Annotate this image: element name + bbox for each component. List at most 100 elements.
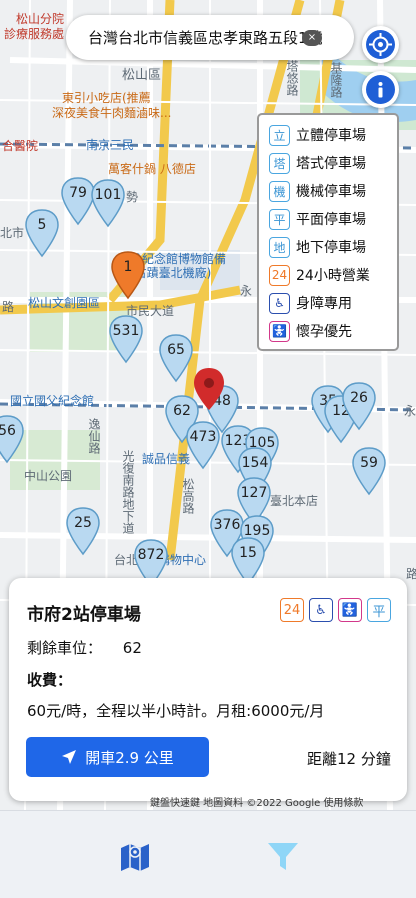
drive-button-label: 開車2.9 公里 bbox=[85, 748, 174, 767]
filter-icon bbox=[268, 843, 298, 870]
map-label: 路 bbox=[406, 567, 416, 581]
marker-count: 26 bbox=[350, 390, 368, 406]
legend-item: 24 24小時營業 bbox=[269, 261, 397, 289]
marker-count: 473 bbox=[189, 429, 217, 445]
map-label: 誠品信義 bbox=[142, 452, 191, 466]
drive-navigation-button[interactable]: 開車2.9 公里 bbox=[26, 737, 209, 777]
legend-badge-icon: 塔 bbox=[269, 152, 290, 174]
map-icon bbox=[121, 844, 149, 871]
selected-location-pin[interactable] bbox=[190, 366, 228, 418]
parking-marker[interactable]: 531 bbox=[107, 314, 145, 366]
parking-marker[interactable]: 101 bbox=[89, 178, 127, 230]
spaces-value: 62 bbox=[122, 639, 142, 657]
fee-text: 60元/時，全程以半小時計。月租:6000元/月 bbox=[27, 702, 325, 720]
map-label: 合醫院 bbox=[2, 139, 39, 153]
marker-count: 127 bbox=[240, 485, 268, 501]
parking-lot-badges: 24 ♿ 🚼 平 bbox=[280, 598, 391, 622]
legend-label: 24小時營業 bbox=[296, 268, 370, 284]
card-feature-badge-icon: ♿ bbox=[309, 598, 333, 622]
parking-marker[interactable]: 5 bbox=[23, 208, 61, 260]
legend-item: 機機械停車場 bbox=[269, 177, 397, 205]
map-label: 勢 bbox=[126, 190, 139, 204]
address-text: 台灣台北市信義區忠孝東路五段1號 bbox=[88, 29, 323, 47]
tab-filter[interactable] bbox=[266, 839, 300, 873]
legend-item: ♿ 身障專用 bbox=[269, 289, 397, 317]
parking-marker[interactable]: 56 bbox=[0, 414, 26, 466]
map-label: 路 bbox=[2, 300, 15, 314]
marker-count: 154 bbox=[241, 455, 269, 471]
legend-item: 塔塔式停車場 bbox=[269, 149, 397, 177]
legend-item: 平平面停車場 bbox=[269, 205, 397, 233]
map-label: 逸仙路 bbox=[87, 418, 101, 454]
card-feature-badge-icon: 🚼 bbox=[338, 598, 362, 622]
legend-label: 立體停車場 bbox=[296, 128, 366, 144]
legend-label: 懷孕優先 bbox=[296, 324, 352, 340]
legend-badge-icon: 立 bbox=[269, 124, 290, 146]
map-label: 基隆路 bbox=[329, 62, 343, 98]
parking-lot-name: 市府2站停車場 bbox=[27, 605, 141, 625]
legend-badge-icon: 平 bbox=[269, 208, 290, 230]
marker-count: 531 bbox=[112, 323, 140, 339]
marker-count: 15 bbox=[239, 545, 257, 561]
marker-pin-icon bbox=[109, 315, 143, 364]
marker-count: 56 bbox=[0, 423, 16, 439]
tab-map[interactable] bbox=[118, 839, 152, 873]
legend-badge-icon: 機 bbox=[269, 180, 290, 202]
map-label: 永 bbox=[240, 284, 253, 298]
map-label: 北市 bbox=[0, 226, 25, 240]
fee-label: 收費： bbox=[27, 671, 73, 689]
parking-type-legend: 立立體停車場塔塔式停車場機機械停車場平平面停車場地地下停車場 24 24小時營業 ♿ 身… bbox=[257, 113, 399, 351]
eta-text: 距離12 分鐘 bbox=[307, 750, 391, 768]
navigation-arrow-icon bbox=[62, 750, 77, 764]
map-label: 南京三民 bbox=[86, 138, 135, 152]
card-feature-badge-icon: 24 bbox=[280, 598, 304, 622]
map-label: 深夜美食牛肉麵滷味... bbox=[52, 106, 172, 120]
map-attribution[interactable]: 鍵盤快速鍵 地圖資料 ©2022 Google 使用條款 bbox=[150, 794, 363, 809]
map-label: 塔悠路 bbox=[285, 60, 299, 96]
map-label: 臺北本店 bbox=[270, 494, 319, 508]
marker-pin-icon bbox=[91, 179, 125, 228]
marker-pin-icon bbox=[342, 382, 376, 431]
parking-marker[interactable]: 25 bbox=[64, 506, 102, 558]
marker-count: 59 bbox=[360, 455, 378, 471]
marker-pin-icon bbox=[25, 209, 59, 258]
info-button[interactable] bbox=[362, 71, 399, 108]
marker-count: 1 bbox=[123, 259, 133, 275]
card-feature-badge-icon: 平 bbox=[367, 598, 391, 622]
marker-count: 101 bbox=[94, 187, 122, 203]
map-label: 松山文創園區 bbox=[28, 296, 101, 310]
parking-marker[interactable]: 26 bbox=[340, 381, 378, 433]
legend-label: 地下停車場 bbox=[296, 240, 366, 256]
marker-pin-icon bbox=[0, 415, 24, 464]
map-label: 診療服務處 bbox=[4, 27, 65, 41]
parking-marker[interactable]: 59 bbox=[350, 446, 388, 498]
crosshair-icon bbox=[369, 33, 392, 56]
legend-label: 塔式停車場 bbox=[296, 156, 366, 172]
marker-pin-icon bbox=[66, 507, 100, 556]
legend-label: 機械停車場 bbox=[296, 184, 366, 200]
map-label: 光復南路地下道 bbox=[121, 450, 135, 534]
legend-badge-icon: 24 bbox=[269, 264, 290, 286]
legend-badge-icon: 地 bbox=[269, 236, 290, 258]
legend-label: 身障專用 bbox=[296, 296, 352, 312]
parking-marker[interactable]: 473 bbox=[184, 420, 222, 472]
map-label: 中山公園 bbox=[24, 469, 73, 483]
parking-marker[interactable]: 1 bbox=[109, 250, 147, 302]
legend-item: 地地下停車場 bbox=[269, 233, 397, 261]
marker-count: 25 bbox=[74, 515, 92, 531]
marker-pin-icon bbox=[186, 421, 220, 470]
legend-badge-icon: ♿ bbox=[269, 292, 290, 314]
marker-pin-icon bbox=[352, 447, 386, 496]
spaces-label: 剩餘車位： bbox=[27, 639, 103, 657]
locate-button[interactable] bbox=[362, 26, 399, 63]
map-label: 永 bbox=[404, 404, 416, 418]
clear-icon[interactable]: × bbox=[302, 30, 322, 46]
marker-count: 65 bbox=[167, 342, 185, 358]
marker-count: 5 bbox=[37, 217, 47, 233]
legend-item: 立立體停車場 bbox=[269, 121, 397, 149]
parking-info-card: 市府2站停車場 24 ♿ 🚼 平 剩餘車位： 62 收費： 60元/時，全程以半小時計… bbox=[9, 578, 407, 801]
legend-item: 🚼 懷孕優先 bbox=[269, 317, 397, 345]
marker-pin-icon bbox=[111, 251, 145, 300]
map-label: 國立國父紀念館 bbox=[10, 394, 95, 408]
available-spaces: 剩餘車位： 62 bbox=[27, 637, 142, 658]
